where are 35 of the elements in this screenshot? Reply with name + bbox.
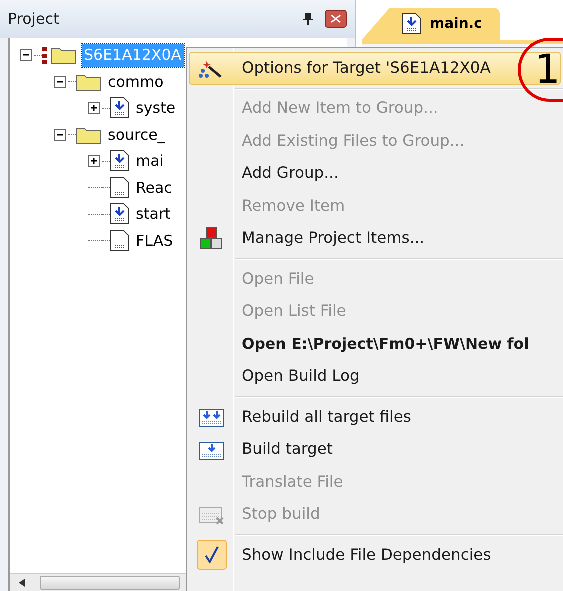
tree-item[interactable]: Reac — [134, 176, 174, 199]
pin-icon[interactable] — [303, 13, 313, 25]
collapse-icon[interactable] — [54, 76, 66, 88]
editor-tab[interactable]: main.c — [362, 8, 500, 40]
menu-item[interactable]: Manage Project Items... — [189, 222, 561, 255]
menu-item[interactable]: Add Group... — [189, 158, 561, 190]
expand-icon[interactable] — [88, 102, 100, 114]
scrollbar-thumb[interactable] — [40, 576, 180, 590]
target-folder-icon — [42, 45, 78, 66]
menu-item[interactable]: Open Build Log — [189, 360, 561, 393]
tree-item[interactable]: start — [134, 203, 173, 226]
callout-number: 1 — [518, 38, 563, 102]
source-file-icon — [402, 13, 422, 35]
panel-title: Project — [8, 8, 60, 30]
menu-item[interactable]: Build target — [189, 434, 561, 466]
source-file-icon — [110, 97, 130, 120]
text-file-icon — [110, 230, 130, 252]
text-file-icon — [110, 176, 130, 199]
menu-item[interactable]: Rebuild all target files — [189, 401, 561, 434]
tree-item[interactable]: source_ — [106, 124, 168, 146]
menu-item[interactable]: Show Include File Dependencies — [189, 539, 561, 572]
collapse-icon[interactable] — [20, 49, 32, 62]
menu-item[interactable]: Open E:\Project\Fm0+\FW\New fol — [189, 328, 561, 360]
collapse-icon[interactable] — [54, 128, 66, 141]
source-file-icon — [110, 203, 130, 226]
blocks-icon — [200, 226, 224, 251]
close-button[interactable] — [325, 10, 347, 28]
checkmark-icon — [204, 546, 220, 564]
tree-item[interactable]: commo — [106, 70, 166, 93]
expand-icon[interactable] — [88, 155, 100, 168]
tree-item[interactable]: mai — [134, 150, 166, 172]
close-icon — [331, 15, 341, 23]
tree-item[interactable]: FLAS — [134, 230, 176, 252]
source-file-icon — [110, 150, 130, 172]
tree-item[interactable]: syste — [134, 97, 178, 120]
